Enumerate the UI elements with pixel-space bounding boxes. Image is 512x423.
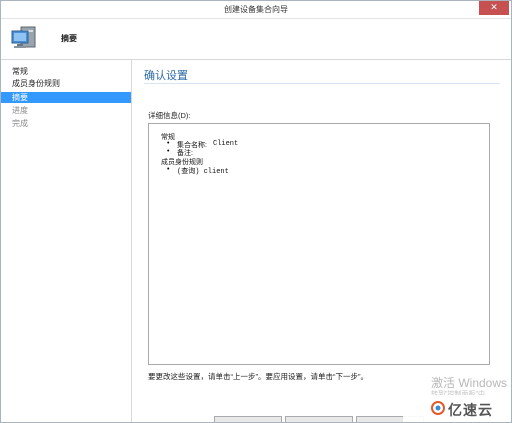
instructions-text: 要更改这些设置，请单击“上一步”。要应用设置，请单击“下一步”。 — [148, 372, 368, 381]
sidebar-item-membership-rules[interactable]: 成员身份规则 — [1, 78, 131, 89]
page-title: 确认设置 — [144, 70, 188, 82]
membership-rule: (查询) client — [177, 168, 229, 176]
details-textbox[interactable]: 常规 • 集合名称: Client • 备注: 成员身份规则 • (查询) cl… — [148, 123, 490, 365]
site-logo-text: 亿速云 — [448, 402, 493, 418]
close-button[interactable]: ✕ — [479, 1, 509, 15]
cloud-logo-icon — [431, 401, 445, 415]
details-label: 详细信息(D): — [148, 111, 191, 120]
previous-button[interactable] — [214, 416, 282, 422]
main-content: 确认设置 详细信息(D): 常规 • 集合名称: Client • 备注: 成员… — [132, 60, 511, 422]
bullet-icon: • — [167, 140, 170, 147]
wizard-steps-sidebar: 常规 成员身份规则 摘要 进度 完成 — [1, 60, 132, 422]
site-logo: 亿速云 — [403, 395, 511, 422]
sidebar-item-completion: 完成 — [12, 119, 28, 128]
wizard-header: 摘要 — [1, 19, 511, 60]
bullet-icon: • — [167, 166, 170, 173]
title-bar: 创建设备集合向导 ✕ — [1, 1, 511, 19]
sidebar-item-general[interactable]: 常规 — [1, 66, 131, 77]
title-divider — [144, 83, 500, 84]
next-button[interactable] — [285, 416, 353, 422]
page-heading: 摘要 — [61, 34, 77, 43]
sidebar-item-summary[interactable]: 摘要 — [1, 92, 131, 103]
bullet-icon: • — [167, 148, 170, 155]
collection-name-value: Client — [213, 140, 239, 148]
computer-icon — [11, 26, 36, 48]
wizard-window: 创建设备集合向导 ✕ 摘要 常规 成员身份规则 摘要 进度 完成 确认设置 详细… — [0, 0, 512, 423]
window-title: 创建设备集合向导 — [224, 5, 288, 14]
sidebar-item-progress: 进度 — [12, 106, 28, 115]
